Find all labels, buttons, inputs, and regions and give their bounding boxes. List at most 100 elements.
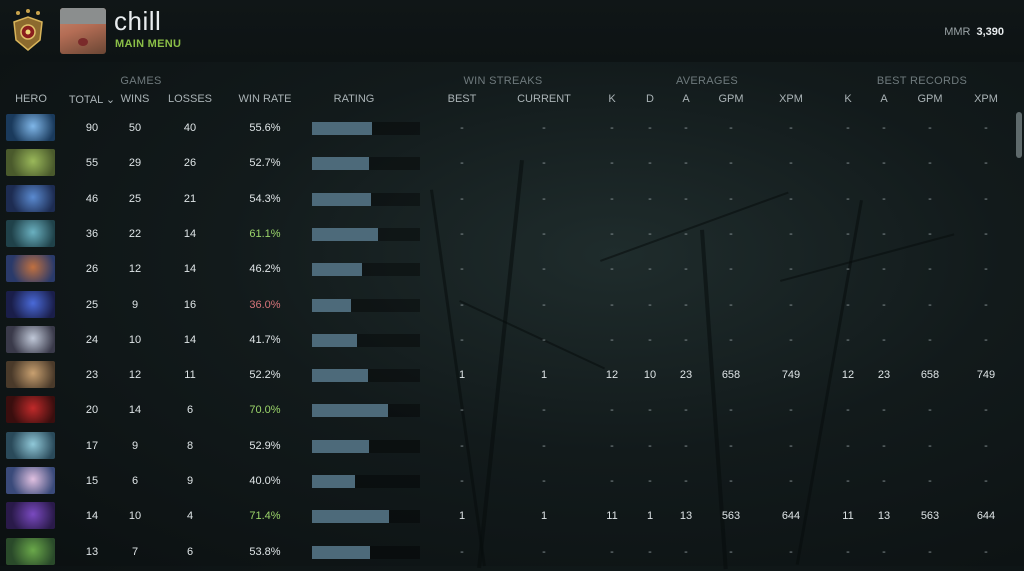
cell-total: 25 [85, 298, 99, 311]
main-menu-link[interactable]: MAIN MENU [115, 38, 181, 50]
col-rating[interactable]: RATING [324, 93, 384, 105]
col-losses[interactable]: LOSSES [164, 93, 216, 105]
cell-a: - [684, 545, 688, 558]
table-row[interactable]: 14 10 4 71.4% 1 1 11 1 13 563 644 11 13 563 644 [0, 500, 1024, 535]
hero-portrait-icon[interactable] [6, 396, 55, 424]
col-best-streak[interactable]: BEST [444, 93, 480, 105]
hero-portrait-icon[interactable] [6, 219, 55, 247]
hero-portrait-icon[interactable] [6, 467, 55, 494]
rating-bar [312, 369, 368, 383]
cell-br-gpm: - [928, 192, 932, 205]
rating-bar [312, 510, 389, 524]
col-best-xpm[interactable]: XPM [970, 93, 1002, 105]
col-hero[interactable]: HERO [8, 93, 54, 105]
col-avg-k[interactable]: K [602, 93, 622, 105]
col-avg-gpm[interactable]: GPM [716, 93, 746, 105]
avatar[interactable] [60, 8, 106, 54]
cell-losses: 9 [186, 475, 194, 487]
cell-losses: 14 [183, 333, 197, 346]
hero-portrait-icon[interactable] [6, 537, 55, 565]
col-total[interactable]: TOTAL ⌄ [66, 93, 118, 106]
cell-br-gpm: - [928, 227, 932, 240]
cell-best: - [460, 227, 464, 240]
cell-gpm: - [729, 439, 733, 452]
cell-win-rate: 52.2% [249, 369, 281, 382]
scrollbar[interactable] [1016, 112, 1022, 158]
rating-bar [312, 122, 372, 135]
mmr-label: MMR [944, 26, 971, 38]
hero-portrait-icon[interactable] [6, 114, 55, 141]
cell-xpm: - [789, 298, 793, 311]
cell-a: - [684, 439, 688, 452]
table-row[interactable]: 36 22 14 61.1% - - - - - - - - - - - [0, 218, 1024, 253]
cell-win-rate: 61.1% [249, 227, 281, 240]
table-row[interactable]: 90 50 40 55.6% - - - - - - - - - - - [0, 112, 1024, 147]
table-row[interactable]: 20 14 6 70.0% - - - - - - - - - - - [0, 394, 1024, 429]
cell-current: - [542, 545, 546, 558]
username[interactable]: chill [114, 6, 161, 37]
cell-losses: 21 [183, 192, 197, 205]
hero-portrait-icon[interactable] [6, 502, 55, 530]
col-wins[interactable]: WINS [118, 93, 152, 105]
cell-d: - [648, 298, 652, 311]
cell-win-rate: 53.8% [249, 545, 281, 558]
col-avg-d[interactable]: D [640, 93, 660, 105]
col-best-k[interactable]: K [838, 93, 858, 105]
cell-br-gpm: - [928, 439, 932, 452]
table-row[interactable]: 25 9 16 36.0% - - - - - - - - - - - [0, 289, 1024, 324]
table-row[interactable]: 46 25 21 54.3% - - - - - - - - - - - [0, 183, 1024, 218]
cell-wins: 10 [128, 333, 142, 346]
cell-best: - [460, 192, 464, 205]
cell-br-gpm: - [928, 545, 932, 558]
cell-best: - [460, 333, 464, 346]
cell-br-k: - [846, 227, 850, 240]
cell-br-gpm: 563 [920, 510, 940, 523]
hero-portrait-icon[interactable] [6, 361, 55, 389]
table-row[interactable]: 26 12 14 46.2% - - - - - - - - - - - [0, 253, 1024, 288]
col-avg-xpm[interactable]: XPM [776, 93, 806, 105]
cell-a: - [684, 475, 688, 487]
hero-portrait-icon[interactable] [6, 255, 55, 283]
col-win-rate[interactable]: WIN RATE [234, 93, 296, 105]
table-row[interactable]: 55 29 26 52.7% - - - - - - - - - - - [0, 147, 1024, 182]
hero-portrait-icon[interactable] [6, 184, 55, 212]
cell-k: - [610, 263, 614, 276]
cell-current: - [542, 298, 546, 311]
hero-portrait-icon[interactable] [6, 290, 55, 318]
cell-losses: 6 [186, 545, 194, 558]
cell-current: - [542, 263, 546, 276]
hero-portrait-icon[interactable] [6, 431, 55, 459]
hero-portrait-icon[interactable] [6, 325, 55, 353]
cell-gpm: - [729, 298, 733, 311]
cell-win-rate: 70.0% [249, 404, 281, 417]
cell-best: 1 [458, 510, 466, 523]
cell-wins: 22 [128, 227, 142, 240]
table-row[interactable]: 17 9 8 52.9% - - - - - - - - - - - [0, 430, 1024, 465]
col-best-gpm[interactable]: GPM [914, 93, 946, 105]
cell-gpm: - [729, 122, 733, 134]
cell-total: 14 [85, 510, 99, 523]
col-best-a[interactable]: A [874, 93, 894, 105]
cell-d: - [648, 333, 652, 346]
col-current-streak[interactable]: CURRENT [512, 93, 576, 105]
cell-br-a: - [882, 263, 886, 276]
cell-wins: 10 [128, 510, 142, 523]
cell-br-xpm: - [984, 439, 988, 452]
cell-k: 11 [606, 510, 618, 523]
cell-current: - [542, 122, 546, 134]
col-avg-a[interactable]: A [676, 93, 696, 105]
table-row[interactable]: 23 12 11 52.2% 1 1 12 10 23 658 749 12 23 658 749 [0, 359, 1024, 394]
cell-br-k: 11 [842, 510, 854, 523]
table-row[interactable]: 24 10 14 41.7% - - - - - - - - - - - [0, 324, 1024, 359]
cell-br-xpm: - [984, 263, 988, 276]
cell-wins: 9 [131, 298, 139, 311]
cell-d: - [648, 227, 652, 240]
table-row[interactable]: 13 7 6 53.8% - - - - - - - - - - - [0, 536, 1024, 571]
hero-portrait-icon[interactable] [6, 149, 55, 177]
table-row[interactable]: 15 6 9 40.0% - - - - - - - - - - - [0, 465, 1024, 500]
cell-current: - [542, 227, 546, 240]
group-win-streaks: WIN STREAKS [463, 75, 543, 87]
cell-br-a: - [882, 122, 886, 134]
cell-current: - [542, 192, 546, 205]
cell-losses: 8 [186, 439, 194, 452]
